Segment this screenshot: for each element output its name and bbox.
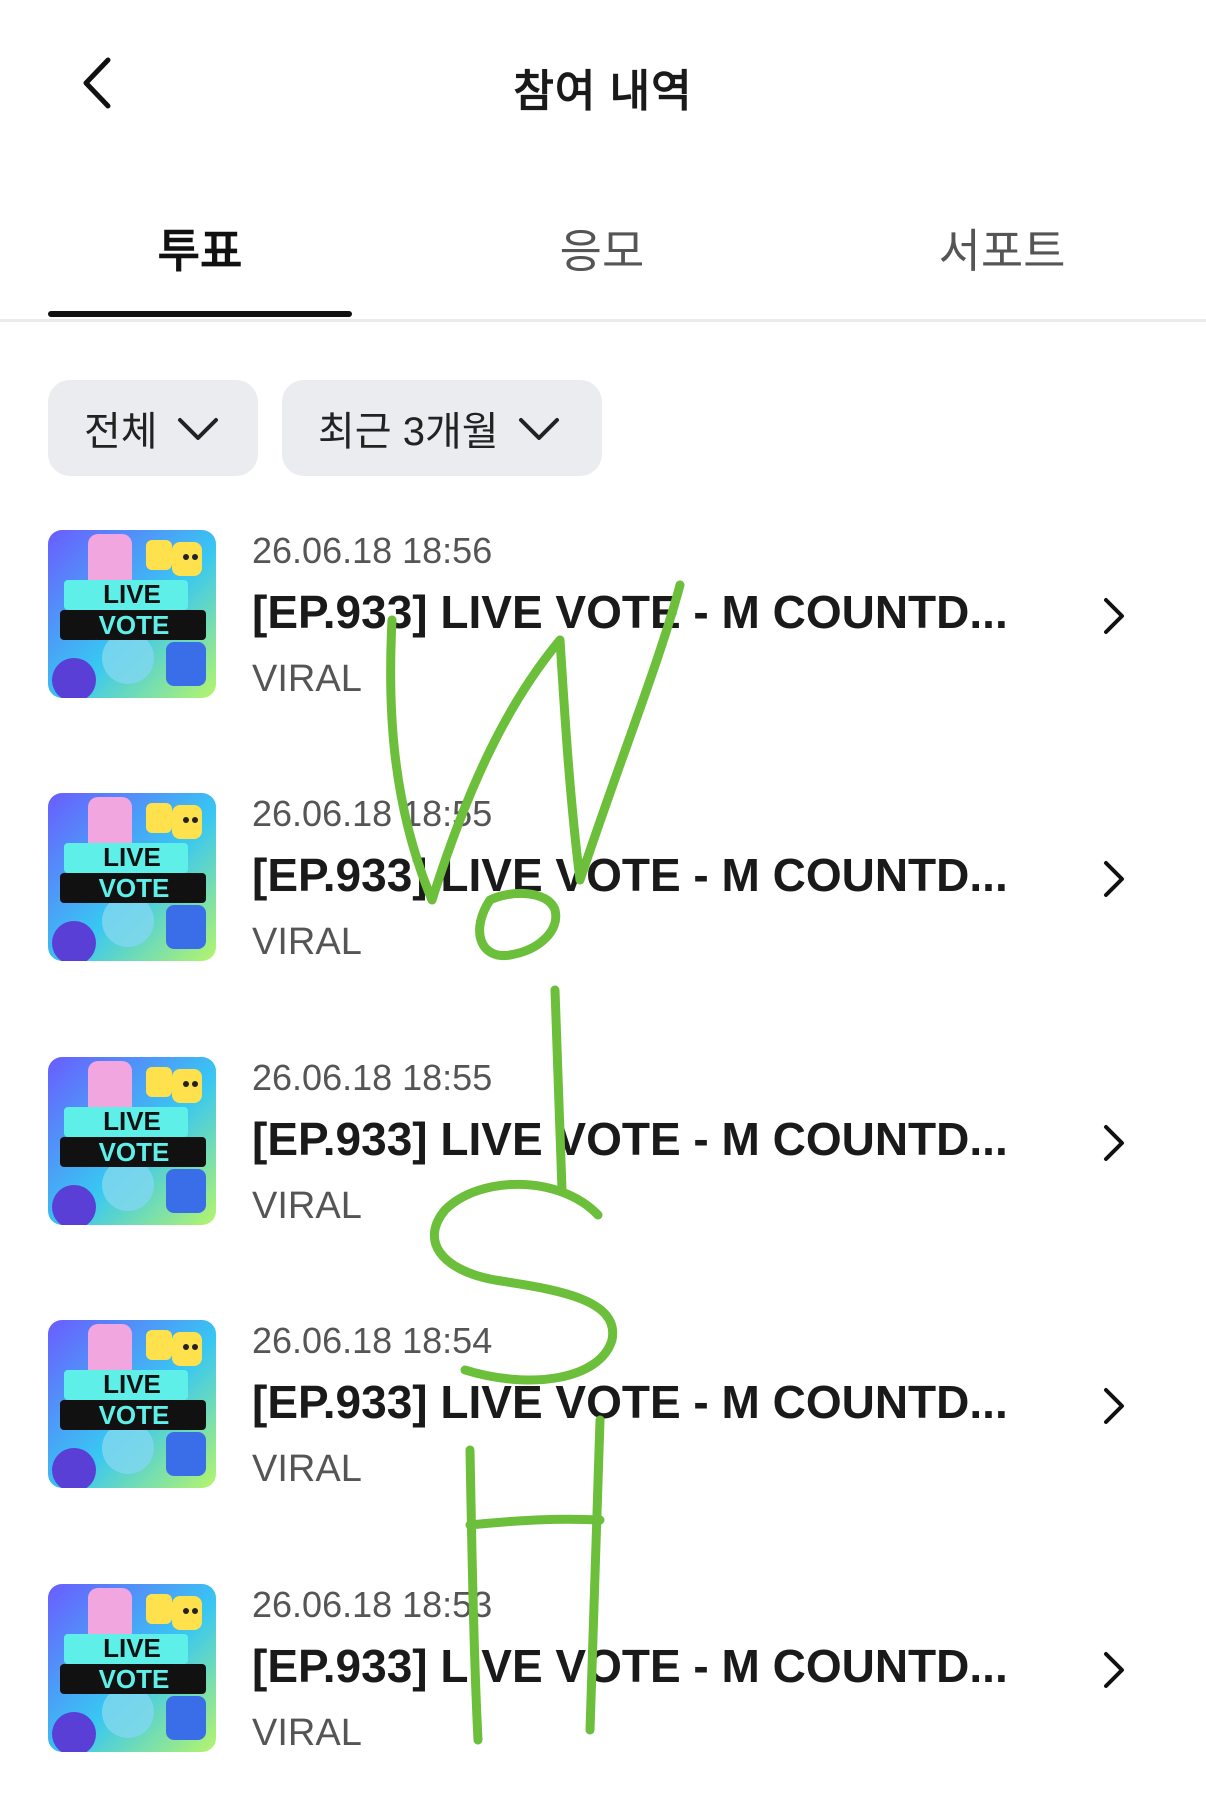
live-vote-thumbnail: LIVE VOTE [48, 1320, 216, 1488]
thumbnail-live-text: LIVE [103, 1106, 161, 1136]
thumbnail-live-text: LIVE [103, 579, 161, 609]
list-item[interactable]: LIVE VOTE 26.06.18 18:53 [EP.933] LIVE VO… [0, 1584, 1206, 1784]
thumbnail-live-text: LIVE [103, 842, 161, 872]
item-date: 26.06.18 18:54 [252, 1320, 493, 1361]
item-source: VIRAL [252, 658, 362, 700]
filter-period-dropdown[interactable]: 최근 3개월 [282, 380, 602, 476]
item-date: 26.06.18 18:55 [252, 1057, 493, 1098]
filter-period-label: 최근 3개월 [318, 410, 499, 454]
list-item[interactable]: LIVE VOTE 26.06.18 18:55 [EP.933] LIVE VO… [0, 1057, 1206, 1257]
thumbnail-vote-text: VOTE [99, 610, 170, 640]
item-title: [EP.933] LIVE VOTE - M COUNTD... [252, 1376, 1008, 1428]
thumbnail-live-text: LIVE [103, 1633, 161, 1663]
item-source: VIRAL [252, 1185, 362, 1227]
filter-category-dropdown[interactable]: 전체 [48, 380, 258, 476]
chevron-down-icon [518, 418, 559, 440]
chevron-right-icon [1104, 861, 1124, 897]
chevron-right-icon [1104, 598, 1124, 634]
item-source: VIRAL [252, 921, 362, 963]
live-vote-thumbnail: LIVE VOTE [48, 793, 216, 961]
list-item[interactable]: LIVE VOTE 26.06.18 18:55 [EP.933] LIVE VO… [0, 793, 1206, 993]
thumbnail-live-text: LIVE [103, 1369, 161, 1399]
tab-vote[interactable]: 투표 [0, 215, 400, 281]
thumbnail-vote-text: VOTE [99, 873, 170, 903]
filter-category-label: 전체 [84, 410, 158, 454]
page-title: 참여 내역 [513, 67, 693, 116]
live-vote-thumbnail: LIVE VOTE [48, 1057, 216, 1225]
active-tab-indicator [48, 311, 352, 317]
tab-bar: 투표 응모 서포트 [0, 195, 1206, 322]
item-date: 26.06.18 18:56 [252, 530, 493, 571]
list-item[interactable]: LIVE VOTE 26.06.18 18:56 [EP.933] LIVE VO… [0, 530, 1206, 730]
thumbnail-vote-text: VOTE [99, 1664, 170, 1694]
item-title: [EP.933] LIVE VOTE - M COUNTD... [252, 586, 1008, 638]
tab-support[interactable]: 서포트 [802, 215, 1202, 281]
item-date: 26.06.18 18:55 [252, 793, 493, 834]
item-title: [EP.933] LIVE VOTE - M COUNTD... [252, 1640, 1008, 1692]
chevron-right-icon [1104, 1388, 1124, 1424]
item-date: 26.06.18 18:53 [252, 1584, 493, 1625]
header: 참여 내역 [0, 0, 1206, 170]
item-title: [EP.933] LIVE VOTE - M COUNTD... [252, 1113, 1008, 1165]
thumbnail-vote-text: VOTE [99, 1137, 170, 1167]
item-source: VIRAL [252, 1712, 362, 1754]
chevron-right-icon [1104, 1125, 1124, 1161]
tab-entry[interactable]: 응모 [402, 215, 802, 281]
list-item[interactable]: LIVE VOTE 26.06.18 18:54 [EP.933] LIVE VO… [0, 1320, 1206, 1520]
live-vote-thumbnail: LIVE VOTE [48, 530, 216, 698]
item-source: VIRAL [252, 1448, 362, 1490]
chevron-right-icon [1104, 1652, 1124, 1688]
live-vote-thumbnail: LIVE VOTE [48, 1584, 216, 1752]
item-title: [EP.933] LIVE VOTE - M COUNTD... [252, 849, 1008, 901]
chevron-down-icon [177, 418, 218, 440]
thumbnail-vote-text: VOTE [99, 1400, 170, 1430]
